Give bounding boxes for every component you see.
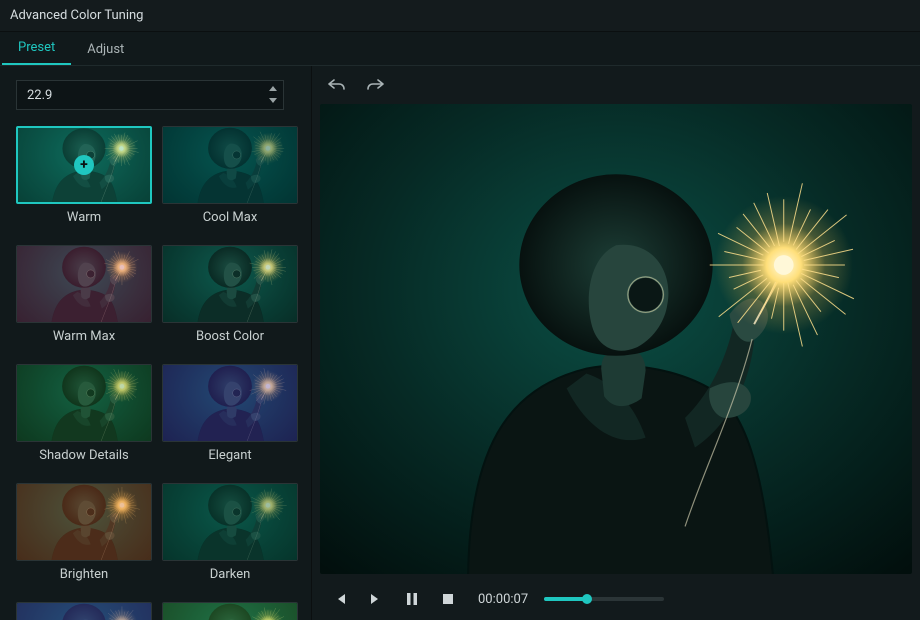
preset-label: Brighten: [60, 567, 108, 582]
window-title: Advanced Color Tuning: [10, 8, 144, 23]
preset-item-8[interactable]: [16, 602, 152, 620]
redo-button[interactable]: [366, 76, 384, 94]
progress-slider[interactable]: [544, 597, 664, 601]
sidebar-scroll[interactable]: 22.9: [0, 66, 311, 620]
preset-label: Warm: [67, 210, 101, 225]
preset-thumb: [16, 483, 152, 561]
progress-knob[interactable]: [582, 594, 592, 604]
preset-warm[interactable]: + Warm: [16, 126, 152, 225]
preset-thumb: [162, 364, 298, 442]
redo-icon: [366, 78, 384, 92]
tabs: Preset Adjust: [0, 32, 920, 66]
preset-label: Elegant: [208, 448, 251, 463]
preset-brighten[interactable]: Brighten: [16, 483, 152, 582]
preset-label: Warm Max: [53, 329, 115, 344]
preset-thumb: [162, 126, 298, 204]
progress-fill: [544, 597, 587, 601]
sidebar: 22.9: [0, 66, 312, 620]
pause-button[interactable]: [402, 589, 422, 609]
play-button[interactable]: [366, 589, 386, 609]
preset-thumb: [16, 245, 152, 323]
prev-frame-button[interactable]: [330, 589, 350, 609]
preset-label: Cool Max: [203, 210, 258, 225]
preset-thumb: [16, 364, 152, 442]
value-stepper[interactable]: 22.9: [16, 80, 284, 110]
stop-icon: [442, 593, 454, 605]
preset-thumb: [162, 245, 298, 323]
stepper-up-button[interactable]: [267, 83, 279, 93]
preset-elegant[interactable]: Elegant: [162, 364, 298, 463]
main-panel: 00:00:07: [312, 66, 920, 620]
preset-darken[interactable]: Darken: [162, 483, 298, 582]
playback-controls: 00:00:07: [312, 578, 920, 620]
value-stepper-spinner: [267, 83, 279, 105]
chevron-up-icon: [269, 86, 277, 91]
preset-shadow-details[interactable]: Shadow Details: [16, 364, 152, 463]
preset-thumb: +: [16, 126, 152, 204]
step-backward-icon: [333, 592, 347, 606]
preset-label: Shadow Details: [39, 448, 128, 463]
undo-icon: [328, 78, 346, 92]
timecode: 00:00:07: [478, 592, 528, 607]
preset-thumb: [16, 602, 152, 620]
chevron-down-icon: [269, 98, 277, 103]
tab-preset[interactable]: Preset: [2, 32, 71, 65]
titlebar: Advanced Color Tuning: [0, 0, 920, 32]
preset-thumb: [162, 602, 298, 620]
preset-thumb: [162, 483, 298, 561]
preset-boost-color[interactable]: Boost Color: [162, 245, 298, 344]
app-root: Advanced Color Tuning Preset Adjust 22.9: [0, 0, 920, 620]
preset-cool-max[interactable]: Cool Max: [162, 126, 298, 225]
preview-area: [312, 104, 920, 578]
preset-grid: + Warm: [16, 126, 297, 620]
value-stepper-value: 22.9: [27, 88, 52, 103]
preset-warm-max[interactable]: Warm Max: [16, 245, 152, 344]
undo-button[interactable]: [328, 76, 346, 94]
pause-icon: [406, 592, 418, 606]
add-preset-icon[interactable]: +: [74, 155, 94, 175]
body: 22.9: [0, 66, 920, 620]
preset-label: Boost Color: [196, 329, 264, 344]
tab-adjust[interactable]: Adjust: [71, 34, 140, 65]
preview-toolbar: [312, 66, 920, 104]
preset-item-9[interactable]: [162, 602, 298, 620]
preset-label: Darken: [210, 567, 251, 582]
stepper-down-button[interactable]: [267, 95, 279, 105]
step-forward-icon: [369, 592, 383, 606]
video-preview[interactable]: [320, 104, 912, 574]
stop-button[interactable]: [438, 589, 458, 609]
